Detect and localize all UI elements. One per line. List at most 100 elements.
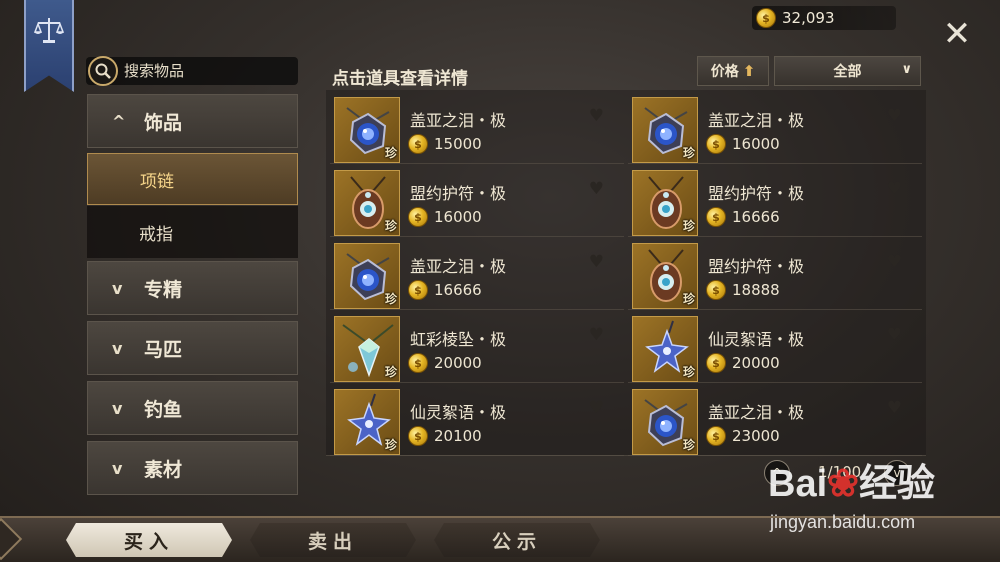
close-button[interactable]: ✕ [942,17,972,51]
subcategory-label: 项链 [140,171,174,192]
category-materials[interactable]: v 素材 [87,441,298,495]
rarity-tag: 珍 [384,292,397,306]
item-price: 16000 [434,208,482,226]
watermark-logo: Bai❀经验 [768,463,935,505]
item-thumbnail: 珍 [632,170,698,236]
favorite-heart-icon[interactable]: ♥ [887,252,902,272]
item-card[interactable]: 珍 盟约护符・极 $16000 ♥ [330,167,624,237]
tab-sell[interactable]: 卖出 [250,523,416,557]
rarity-tag: 珍 [384,438,397,452]
item-thumbnail: 珍 [334,170,400,236]
item-price-row: $16666 [706,207,780,227]
favorite-heart-icon[interactable]: ♥ [589,325,604,345]
coin-amount: 32,093 [782,9,835,27]
favorite-heart-icon[interactable]: ♥ [887,106,902,126]
item-price: 16666 [434,281,482,299]
favorite-heart-icon[interactable]: ♥ [589,179,604,199]
category-label: 马匹 [144,338,183,361]
category-label: 专精 [144,278,183,301]
item-thumbnail: 珍 [334,316,400,382]
item-price: 20000 [732,354,780,372]
item-card[interactable]: 珍 虹彩棱坠・极 $20000 ♥ [330,313,624,383]
category-label: 素材 [144,458,183,481]
currency-display: $ 32,093 [752,6,896,30]
item-price-row: $20000 [706,353,780,373]
item-name: 盖亚之泪・极 [708,403,805,422]
gold-coin-icon: $ [706,426,726,446]
scales-icon [33,18,65,43]
gold-coin-icon: $ [706,134,726,154]
chevron-down-icon: v [112,278,123,298]
filter-dropdown[interactable]: 全部 ∨ [774,56,921,86]
rarity-tag: 珍 [682,219,695,233]
guild-banner [24,0,74,92]
category-horses[interactable]: v 马匹 [87,321,298,375]
item-price-row: $16000 [706,134,780,154]
gold-coin-icon: $ [706,353,726,373]
item-price-row: $18888 [706,280,780,300]
filter-label: 全部 [833,64,862,80]
item-price: 16000 [732,135,780,153]
item-card[interactable]: 珍 盖亚之泪・极 $16666 ♥ [330,240,624,310]
rarity-tag: 珍 [682,438,695,452]
item-price: 18888 [732,281,780,299]
item-card[interactable]: 珍 盟约护符・极 $18888 ♥ [628,240,922,310]
category-specialty[interactable]: v 专精 [87,261,298,315]
item-name: 仙灵絮语・极 [410,403,507,422]
item-card[interactable]: 珍 盖亚之泪・极 $15000 ♥ [330,94,624,164]
item-price-row: $16000 [408,207,482,227]
item-card[interactable]: 珍 盟约护符・极 $16666 ♥ [628,167,922,237]
gold-coin-icon: $ [408,426,428,446]
category-fishing[interactable]: v 钓鱼 [87,381,298,435]
rarity-tag: 珍 [384,146,397,160]
item-price-row: $20100 [408,426,482,446]
rarity-tag: 珍 [682,146,695,160]
gold-coin-icon: $ [706,207,726,227]
favorite-heart-icon[interactable]: ♥ [887,398,902,418]
favorite-heart-icon[interactable]: ♥ [589,106,604,126]
item-thumbnail: 珍 [334,243,400,309]
baidu-jingyan-watermark: Bai❀经验 jingyan.baidu.com [738,452,998,548]
favorite-heart-icon[interactable]: ♥ [887,179,902,199]
favorite-heart-icon[interactable]: ♥ [887,325,902,345]
chevron-down-icon: ∨ [901,62,912,77]
arrow-up-icon: ⬆ [742,62,756,80]
item-card[interactable]: 珍 盖亚之泪・极 $23000 ♥ [628,386,922,456]
gold-coin-icon: $ [706,280,726,300]
item-price-row: $20000 [408,353,482,373]
item-price: 20000 [434,354,482,372]
subcategory-ring[interactable]: 戒指 [87,206,298,258]
chevron-down-icon: v [112,338,123,358]
gold-coin-icon: $ [756,8,776,28]
item-price: 15000 [434,135,482,153]
search-input[interactable] [124,62,284,80]
gold-coin-icon: $ [408,280,428,300]
chevron-up-icon: ^ [112,111,126,131]
tab-notice[interactable]: 公示 [434,523,600,557]
item-price: 16666 [732,208,780,226]
item-card[interactable]: 珍 盖亚之泪・极 $16000 ♥ [628,94,922,164]
item-thumbnail: 珍 [632,97,698,163]
favorite-heart-icon[interactable]: ♥ [589,252,604,272]
item-price-row: $23000 [706,426,780,446]
item-price: 23000 [732,427,780,445]
list-hint: 点击道具查看详情 [332,69,468,89]
sort-by-price-button[interactable]: 价格 ⬆ [697,56,769,86]
gold-coin-icon: $ [408,353,428,373]
item-name: 仙灵絮语・极 [708,330,805,349]
search-bar[interactable] [86,56,298,86]
item-name: 盖亚之泪・极 [410,257,507,276]
item-thumbnail: 珍 [334,97,400,163]
item-thumbnail: 珍 [334,389,400,455]
category-accessories[interactable]: ^ 饰品 [87,94,298,148]
rarity-tag: 珍 [682,292,695,306]
chevron-down-icon: v [112,458,123,478]
item-thumbnail: 珍 [632,316,698,382]
item-name: 盖亚之泪・极 [708,111,805,130]
favorite-heart-icon[interactable]: ♥ [589,398,604,418]
item-card[interactable]: 珍 仙灵絮语・极 $20000 ♥ [628,313,922,383]
subcategory-necklace[interactable]: 项链 [87,153,298,205]
search-icon[interactable] [88,56,118,86]
tab-buy[interactable]: 买入 [66,523,232,557]
item-card[interactable]: 珍 仙灵絮语・极 $20100 ♥ [330,386,624,456]
